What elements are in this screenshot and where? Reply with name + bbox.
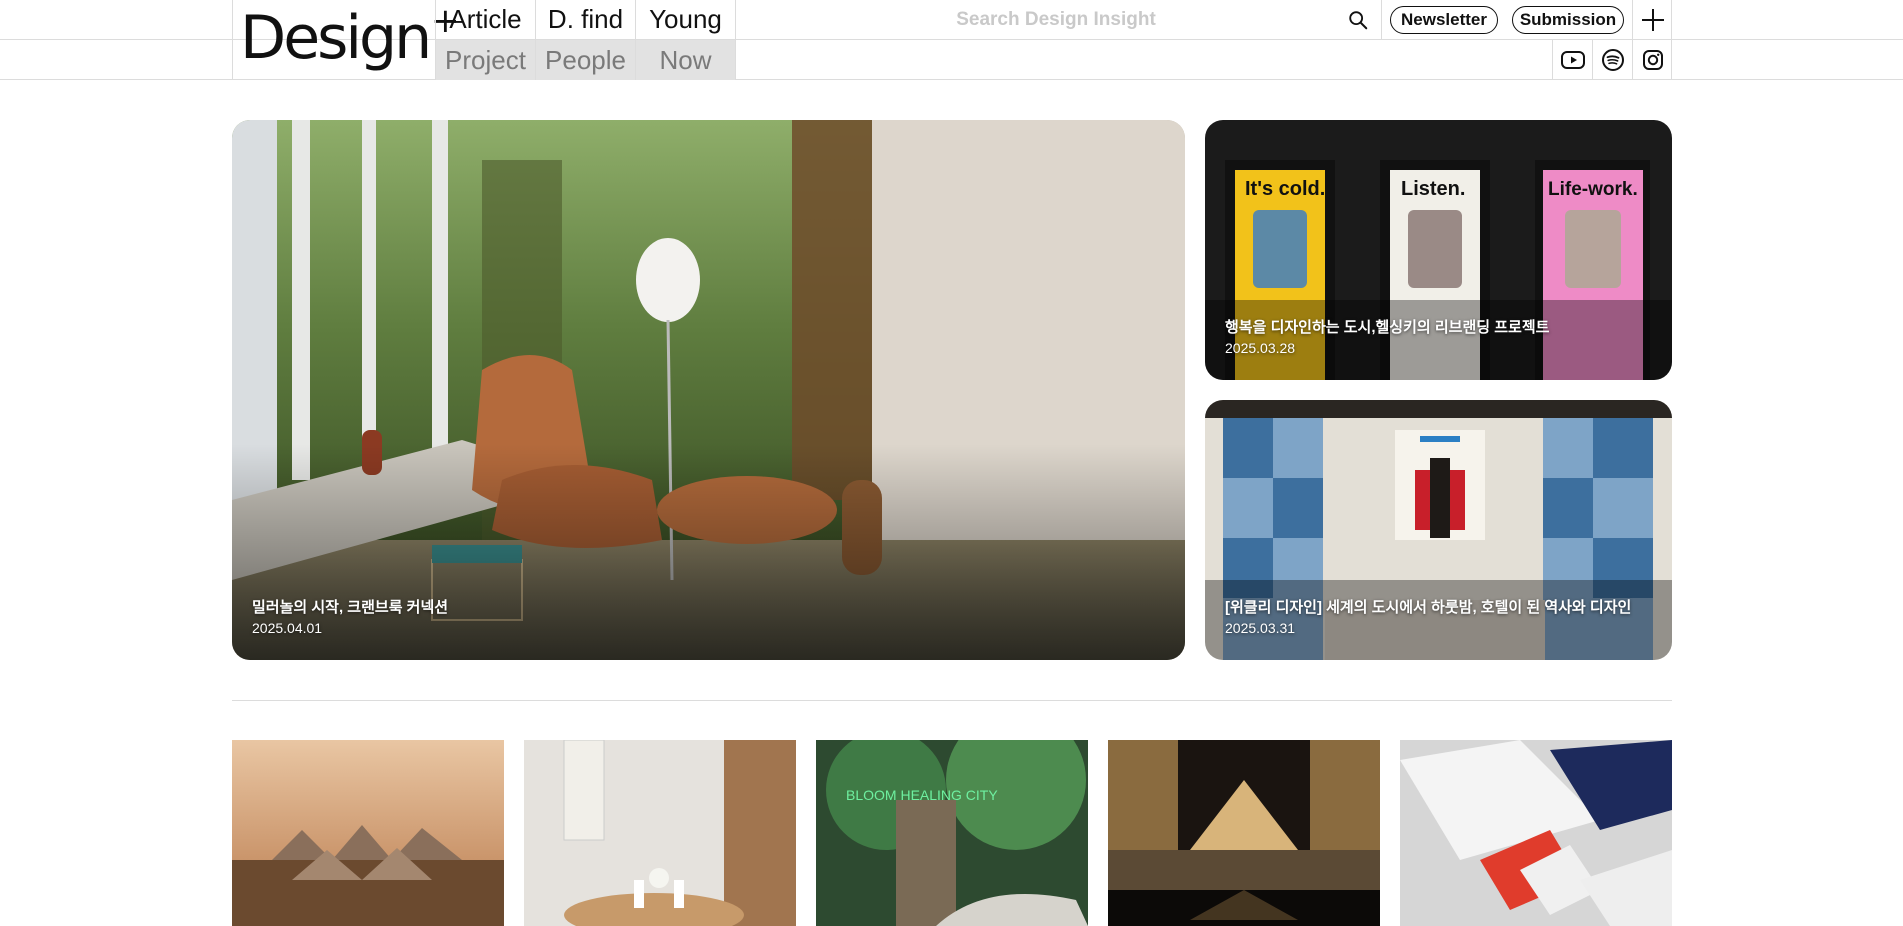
- hero-main-date: 2025.04.01: [252, 620, 323, 636]
- nav-column-article: Article Project: [436, 0, 536, 80]
- logo-wordmark: Design: [240, 3, 432, 73]
- thumbnail-card-1[interactable]: [232, 740, 504, 926]
- thumbnail-image-aerial: [232, 740, 504, 926]
- hero-side2-caption: [위클리 디자인] 세계의 도시에서 하룻밤, 호텔이 된 역사와 디자인 20…: [1225, 598, 1631, 638]
- search-bar: [736, 0, 1382, 39]
- poster-text-lifework: Life-work.: [1548, 179, 1638, 200]
- thumbnail-card-5[interactable]: [1400, 740, 1672, 926]
- poster-text-listen: Listen.: [1401, 178, 1465, 200]
- nav-column-dfind: D. find People: [536, 0, 636, 80]
- nav-item-people[interactable]: People: [536, 39, 635, 80]
- thumbnail-card-3[interactable]: BLOOM HEALING CITY: [816, 740, 1088, 926]
- nav-item-project[interactable]: Project: [436, 39, 535, 80]
- thumbnail-card-4[interactable]: [1108, 740, 1380, 926]
- poster-text-cold: It's cold.: [1245, 178, 1325, 200]
- hero-side1-caption: 행복을 디자인하는 도시,헬싱키의 리브랜딩 프로젝트 2025.03.28: [1225, 318, 1549, 358]
- spotify-icon[interactable]: [1592, 40, 1632, 80]
- plus-icon[interactable]: [1632, 0, 1672, 39]
- thumbnail-neon-sign: BLOOM HEALING CITY: [846, 787, 998, 803]
- search-icon[interactable]: [1347, 9, 1369, 31]
- submission-button[interactable]: Submission: [1512, 6, 1624, 34]
- hero-side2-date: 2025.03.31: [1225, 620, 1296, 636]
- nav-item-young[interactable]: Young: [636, 0, 735, 39]
- thumbnail-image-garden: BLOOM HEALING CITY: [816, 740, 1088, 926]
- hero-side2-title: [위클리 디자인] 세계의 도시에서 하룻밤, 호텔이 된 역사와 디자인: [1225, 599, 1632, 616]
- nav-item-dfind[interactable]: D. find: [536, 0, 635, 39]
- nav-column-young: Young Now: [636, 0, 736, 80]
- hero-main-image: [232, 120, 1185, 660]
- thumbnail-image-pyramid: [1108, 740, 1380, 926]
- hero-side1-date: 2025.03.28: [1225, 340, 1296, 356]
- hero-side-card-helsinki[interactable]: It's cold. Listen. Life-work. 행복을 디자인하는 …: [1205, 120, 1672, 380]
- section-divider: [232, 700, 1672, 701]
- site-header: Design + Article Project D. find People …: [0, 0, 1903, 80]
- site-logo[interactable]: Design +: [240, 3, 460, 73]
- newsletter-button[interactable]: Newsletter: [1390, 6, 1498, 34]
- nav-item-article[interactable]: Article: [436, 0, 535, 39]
- nav-item-now[interactable]: Now: [636, 39, 735, 80]
- instagram-icon[interactable]: [1632, 40, 1672, 80]
- hero-side1-title: 행복을 디자인하는 도시,헬싱키의 리브랜딩 프로젝트: [1225, 319, 1550, 336]
- thumbnail-card-2[interactable]: [524, 740, 796, 926]
- thumbnail-image-interior: [524, 740, 796, 926]
- hero-main-title: 밀러놀의 시작, 크랜브룩 커넥션: [252, 599, 449, 616]
- hero-side-card-hotel[interactable]: [위클리 디자인] 세계의 도시에서 하룻밤, 호텔이 된 역사와 디자인 20…: [1205, 400, 1672, 660]
- youtube-icon[interactable]: [1552, 40, 1592, 80]
- hero-main-caption: 밀러놀의 시작, 크랜브룩 커넥션 2025.04.01: [252, 598, 448, 638]
- main-nav: Article Project D. find People Young Now: [435, 0, 736, 80]
- search-input[interactable]: [886, 6, 1226, 34]
- hero-main-card[interactable]: 밀러놀의 시작, 크랜브룩 커넥션 2025.04.01: [232, 120, 1185, 660]
- thumbnail-image-stationery: [1400, 740, 1672, 926]
